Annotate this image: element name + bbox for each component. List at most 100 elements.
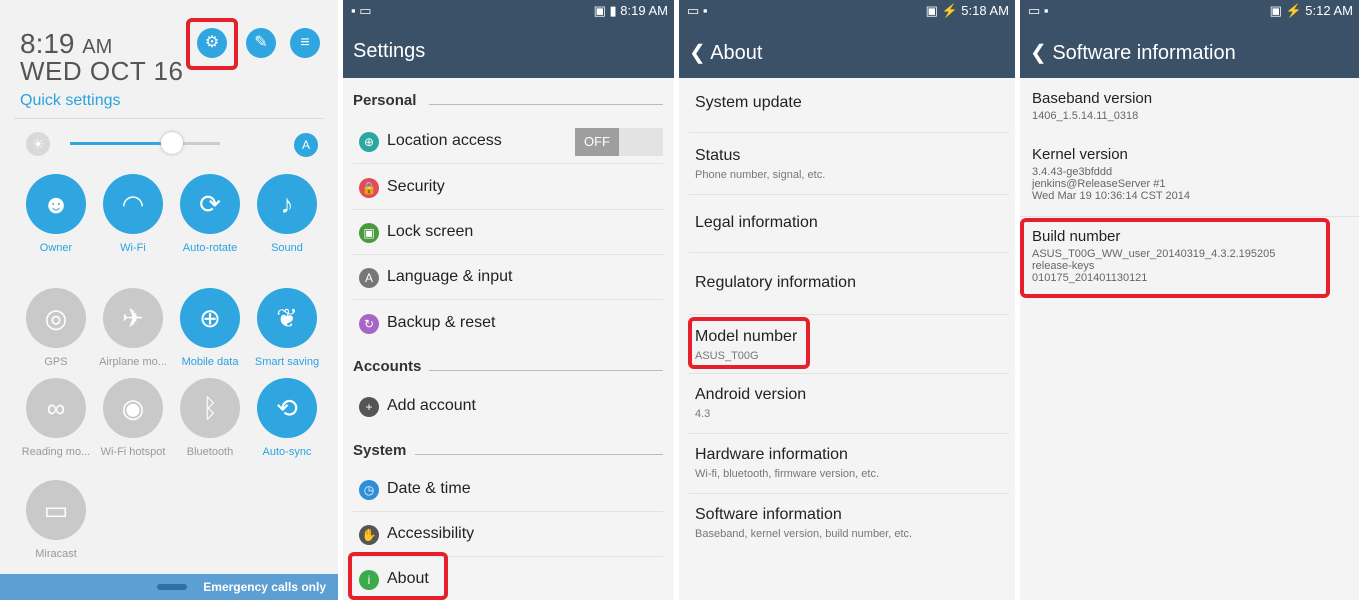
item-value: 1406_1.5.14.11_0318: [1032, 110, 1139, 122]
item-subtitle: Wi-fi, bluetooth, firmware version, etc.: [695, 468, 880, 480]
date-label: WED OCT 16: [20, 56, 184, 86]
settings-item-backup[interactable]: ↻ Backup & reset: [353, 302, 663, 346]
rotate-icon: ⟳: [180, 174, 240, 234]
divider: [689, 373, 1009, 374]
globe-icon: ⊕: [180, 288, 240, 348]
about-item-legal[interactable]: Legal information: [695, 214, 1005, 232]
divider: [353, 209, 663, 210]
item-label: Backup & reset: [387, 314, 496, 331]
quick-tile[interactable]: ⟳ Auto-rotate: [172, 174, 248, 254]
item-title: Kernel version: [1032, 146, 1128, 163]
quick-tile[interactable]: ❦ Smart saving: [249, 288, 325, 368]
item-title: Regulatory information: [695, 274, 856, 291]
language-icon: A: [359, 268, 379, 288]
tile-label: Airplane mo...: [99, 356, 167, 368]
section-divider: [429, 104, 663, 105]
airplane-icon: ✈: [103, 288, 163, 348]
sound-icon: ♪: [257, 174, 317, 234]
notification-icons: ▭ ▪: [1028, 3, 1049, 18]
back-button[interactable]: ❮ Software information: [1030, 40, 1236, 65]
status-bar: ▪ ▭ ▣ ▮ 8:19 AM: [343, 0, 674, 22]
settings-item-language[interactable]: A Language & input: [353, 256, 663, 300]
item-subtitle: 4.3: [695, 408, 711, 420]
about-item-regulatory[interactable]: Regulatory information: [695, 274, 1005, 292]
settings-item-add-account[interactable]: + Add account: [353, 385, 663, 429]
highlight-box: [1020, 218, 1330, 298]
quick-tile[interactable]: ♪ Sound: [249, 174, 325, 254]
settings-item-security[interactable]: 🔒 Security: [353, 166, 663, 210]
quick-tile[interactable]: ✈ Airplane mo...: [95, 288, 171, 368]
person-icon: ☻: [26, 174, 86, 234]
status-bar: ▭ ▪ ▣ ⚡ 5:12 AM: [1020, 0, 1359, 22]
status-time: ▣ ▮ 8:19 AM: [593, 3, 668, 18]
brightness-thumb[interactable]: [161, 132, 183, 154]
divider: [689, 493, 1009, 494]
divider: [1020, 216, 1359, 217]
lock-icon: 🔒: [359, 178, 379, 198]
highlight-box: [186, 18, 238, 70]
item-label: Add account: [387, 397, 476, 414]
drag-handle[interactable]: [157, 584, 187, 590]
item-subtitle: Baseband, kernel version, build number, …: [695, 528, 913, 540]
brightness-icon: ☀: [26, 132, 50, 156]
item-label: Lock screen: [387, 223, 474, 240]
brightness-slider[interactable]: [70, 132, 220, 154]
about-panel: ▭ ▪ ▣ ⚡ 5:18 AM ❮ About System update St…: [679, 0, 1015, 600]
tile-label: Reading mo...: [21, 446, 91, 458]
item-title: System update: [695, 94, 802, 111]
plus-icon: +: [359, 397, 379, 417]
quick-tile[interactable]: ▭ Miracast: [18, 480, 94, 560]
app-bar: ❮ Software information: [1020, 22, 1359, 78]
about-item-software[interactable]: Software information Baseband, kernel ver…: [695, 506, 1005, 540]
settings-item-lock-screen[interactable]: ▣ Lock screen: [353, 211, 663, 255]
quick-tile[interactable]: ◎ GPS: [18, 288, 94, 368]
status-bar: ▭ ▪ ▣ ⚡ 5:18 AM: [679, 0, 1015, 22]
notes-icon[interactable]: ≡: [290, 28, 320, 58]
quick-tile[interactable]: ⟲ Auto-sync: [249, 378, 325, 458]
item-label: Security: [387, 178, 445, 195]
gps-icon: ◎: [26, 288, 86, 348]
quick-tile[interactable]: ⊕ Mobile data: [172, 288, 248, 368]
divider: [353, 163, 663, 164]
item-title: Software information: [695, 506, 842, 523]
chevron-left-icon: ❮: [689, 42, 706, 64]
notification-icons: ▭ ▪: [687, 3, 708, 18]
about-item-system-update[interactable]: System update: [695, 94, 1005, 112]
quick-settings-panel: 8:19 AM WED OCT 16 Quick settings ⚙ ✎ ≡ …: [0, 0, 338, 600]
tile-label: Wi-Fi hotspot: [100, 446, 166, 458]
status-time: ▣ ⚡ 5:18 AM: [925, 3, 1009, 18]
back-button[interactable]: ❮ About: [689, 40, 762, 65]
section-divider: [415, 454, 663, 455]
settings-item-accessibility[interactable]: ✋ Accessibility: [353, 513, 663, 557]
location-toggle[interactable]: OFF: [575, 128, 663, 156]
item-subtitle: Phone number, signal, etc.: [695, 169, 826, 181]
tile-label: Miracast: [35, 548, 77, 560]
highlight-box: [348, 552, 448, 600]
page-title: Software information: [1052, 42, 1236, 64]
app-bar: Settings: [343, 22, 674, 78]
item-value: 3.4.43-ge3bfddd: [1032, 166, 1113, 178]
backup-icon: ↻: [359, 314, 379, 334]
item-title: Hardware information: [695, 446, 848, 463]
tile-label: Smart saving: [254, 356, 320, 368]
about-item-hardware[interactable]: Hardware information Wi-fi, bluetooth, fi…: [695, 446, 1005, 480]
quick-tile[interactable]: ᛒ Bluetooth: [172, 378, 248, 458]
app-bar: ❮ About: [679, 22, 1015, 78]
about-item-status[interactable]: Status Phone number, signal, etc.: [695, 147, 1005, 181]
quick-tile[interactable]: ◉ Wi-Fi hotspot: [95, 378, 171, 458]
bluetooth-icon: ᛒ: [180, 378, 240, 438]
item-value: Wed Mar 19 10:36:14 CST 2014: [1032, 190, 1190, 202]
baseband-version: Baseband version 1406_1.5.14.11_0318: [1032, 90, 1352, 122]
quick-tile[interactable]: ∞ Reading mo...: [18, 378, 94, 458]
auto-brightness-icon[interactable]: A: [294, 133, 318, 157]
about-item-android-version[interactable]: Android version 4.3: [695, 386, 1005, 420]
divider: [689, 132, 1009, 133]
quick-tile[interactable]: ◠ Wi-Fi: [95, 174, 171, 254]
status-time: ▣ ⚡ 5:12 AM: [1269, 3, 1353, 18]
edit-icon[interactable]: ✎: [246, 28, 276, 58]
settings-item-date-time[interactable]: ◷ Date & time: [353, 468, 663, 512]
chevron-left-icon: ❮: [1030, 42, 1047, 64]
quick-tile[interactable]: ☻ Owner: [18, 174, 94, 254]
tile-label: Auto-rotate: [182, 242, 238, 254]
divider: [14, 118, 324, 119]
